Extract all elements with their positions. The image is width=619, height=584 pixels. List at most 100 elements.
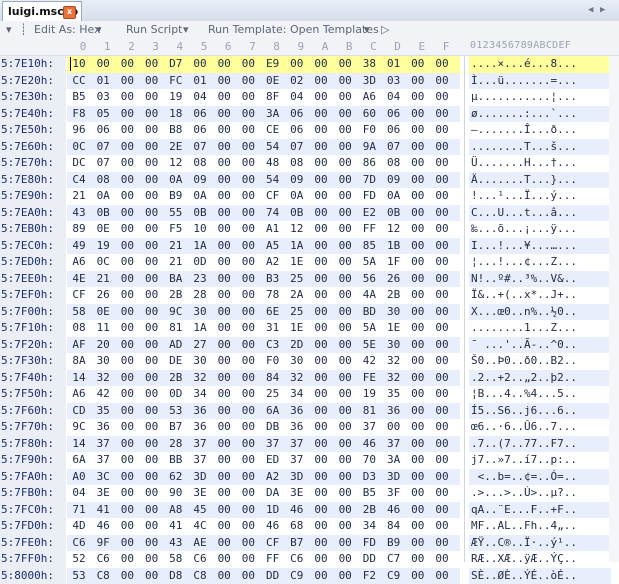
hex-byte[interactable]: 01 — [190, 73, 210, 89]
hex-byte[interactable]: 00 — [214, 221, 234, 237]
hex-byte[interactable]: 00 — [335, 106, 355, 122]
ascii-text[interactable]: Ä.......T...}... — [469, 172, 611, 189]
hex-byte[interactable]: 9C — [166, 304, 186, 320]
hex-byte[interactable]: 21 — [69, 188, 89, 204]
hex-byte[interactable]: F2 — [359, 568, 379, 584]
hex-byte[interactable]: 00 — [432, 535, 452, 551]
hex-byte[interactable]: 37 — [359, 419, 379, 435]
hex-byte[interactable]: C3 — [263, 337, 283, 353]
hex-row[interactable]: 5:7FF0h:52C6000058C60000FFC60000DDC70000… — [0, 551, 619, 568]
hex-byte[interactable]: 37 — [93, 452, 113, 468]
hex-byte[interactable]: 00 — [238, 419, 258, 435]
hex-byte[interactable]: 00 — [142, 271, 162, 287]
ascii-text[interactable]: Ï&..+(..x*..J+.. — [469, 287, 611, 304]
hex-byte[interactable]: 00 — [408, 122, 428, 138]
hex-byte[interactable]: 0A — [287, 188, 307, 204]
hex-row[interactable]: 5:7F60h:CD350000533600006A36000081360000… — [0, 403, 619, 420]
hex-byte[interactable]: 00 — [335, 254, 355, 270]
hex-byte[interactable]: 00 — [238, 337, 258, 353]
hex-byte[interactable]: 00 — [408, 139, 428, 155]
hex-byte[interactable]: 00 — [311, 139, 331, 155]
hex-byte[interactable]: 31 — [263, 320, 283, 336]
hex-byte[interactable]: 00 — [214, 287, 234, 303]
hex-byte[interactable]: 00 — [117, 452, 137, 468]
hex-byte[interactable]: 00 — [335, 535, 355, 551]
play-icon[interactable]: ▷ — [381, 23, 389, 36]
hex-byte[interactable]: 00 — [432, 287, 452, 303]
hex-byte[interactable]: 00 — [214, 271, 234, 287]
hex-byte[interactable]: 00 — [408, 370, 428, 386]
hex-byte[interactable]: 38 — [359, 56, 379, 72]
hex-byte[interactable]: 00 — [408, 452, 428, 468]
hex-byte[interactable]: 06 — [190, 122, 210, 138]
hex-byte[interactable]: 00 — [214, 518, 234, 534]
hex-byte[interactable]: 58 — [69, 304, 89, 320]
hex-byte[interactable]: 4E — [69, 271, 89, 287]
hex-byte[interactable]: 3E — [287, 485, 307, 501]
hex-byte[interactable]: 00 — [432, 320, 452, 336]
hex-byte[interactable]: 00 — [335, 568, 355, 584]
ascii-text[interactable]: C...U...t...â... — [469, 205, 611, 222]
hex-byte[interactable]: 30 — [287, 353, 307, 369]
hex-byte[interactable]: 00 — [117, 370, 137, 386]
hex-byte[interactable]: 35 — [384, 386, 404, 402]
hex-byte[interactable]: 00 — [335, 205, 355, 221]
chevron-down-icon[interactable]: ▾ — [364, 23, 370, 36]
hex-byte[interactable]: 11 — [93, 320, 113, 336]
hex-byte[interactable]: 00 — [408, 386, 428, 402]
hex-byte[interactable]: 00 — [214, 502, 234, 518]
hex-byte[interactable]: 00 — [335, 518, 355, 534]
hex-byte[interactable]: 49 — [69, 238, 89, 254]
hex-byte[interactable]: 00 — [335, 73, 355, 89]
hex-byte[interactable]: 74 — [263, 205, 283, 221]
hex-byte[interactable]: 04 — [190, 89, 210, 105]
hex-byte[interactable]: 30 — [93, 353, 113, 369]
hex-byte[interactable]: 00 — [335, 403, 355, 419]
hex-byte[interactable]: 46 — [359, 436, 379, 452]
hex-row[interactable]: 5:7E20h:CC010000FC0100000E0200003D030000… — [0, 73, 619, 90]
hex-byte[interactable]: 00 — [335, 353, 355, 369]
hex-byte[interactable]: 0B — [287, 205, 307, 221]
hex-byte[interactable]: 00 — [408, 535, 428, 551]
hex-byte[interactable]: 00 — [335, 89, 355, 105]
hex-byte[interactable]: 00 — [238, 205, 258, 221]
hex-byte[interactable]: C4 — [69, 172, 89, 188]
hex-byte[interactable]: 00 — [432, 452, 452, 468]
hex-byte[interactable]: 46 — [93, 518, 113, 534]
hex-byte[interactable]: B9 — [166, 188, 186, 204]
hex-byte[interactable]: 00 — [311, 73, 331, 89]
ascii-text[interactable]: ........T...š... — [469, 139, 611, 156]
hex-byte[interactable]: 06 — [287, 122, 307, 138]
hex-byte[interactable]: B5 — [359, 485, 379, 501]
hex-byte[interactable]: 00 — [142, 535, 162, 551]
hex-byte[interactable]: 5E — [359, 337, 379, 353]
hex-byte[interactable]: CF — [263, 535, 283, 551]
hex-byte[interactable]: 1E — [287, 320, 307, 336]
hex-byte[interactable]: 00 — [117, 304, 137, 320]
hex-row[interactable]: 5:7F90h:6A370000BB370000ED370000703A0000… — [0, 452, 619, 469]
hex-byte[interactable]: 00 — [335, 469, 355, 485]
hex-byte[interactable]: 25 — [263, 386, 283, 402]
hex-byte[interactable]: 12 — [166, 155, 186, 171]
hex-byte[interactable]: 00 — [214, 122, 234, 138]
hex-byte[interactable]: B8 — [166, 122, 186, 138]
hex-byte[interactable]: 6E — [263, 304, 283, 320]
hex-byte[interactable]: CF — [263, 188, 283, 204]
hex-byte[interactable]: CE — [263, 122, 283, 138]
hex-byte[interactable]: 00 — [214, 370, 234, 386]
hex-byte[interactable]: 00 — [214, 551, 234, 567]
hex-byte[interactable]: CF — [69, 287, 89, 303]
ascii-text[interactable]: RÆ..XÆ..ÿÆ..ÝÇ.. — [469, 551, 611, 568]
hex-byte[interactable]: 37 — [93, 436, 113, 452]
ascii-text[interactable]: Ü.......H...†... — [469, 155, 611, 172]
hex-byte[interactable]: 00 — [238, 238, 258, 254]
hex-byte[interactable]: 21 — [93, 271, 113, 287]
hex-byte[interactable]: 3C — [93, 469, 113, 485]
hex-byte[interactable]: 00 — [432, 436, 452, 452]
hex-byte[interactable]: 3D — [190, 469, 210, 485]
hex-byte[interactable]: 00 — [311, 535, 331, 551]
hex-byte[interactable]: 10 — [69, 56, 89, 72]
hex-byte[interactable]: 00 — [214, 155, 234, 171]
ascii-text[interactable]: ‰...õ...¡...ÿ... — [469, 221, 611, 238]
hex-byte[interactable]: 1B — [384, 238, 404, 254]
